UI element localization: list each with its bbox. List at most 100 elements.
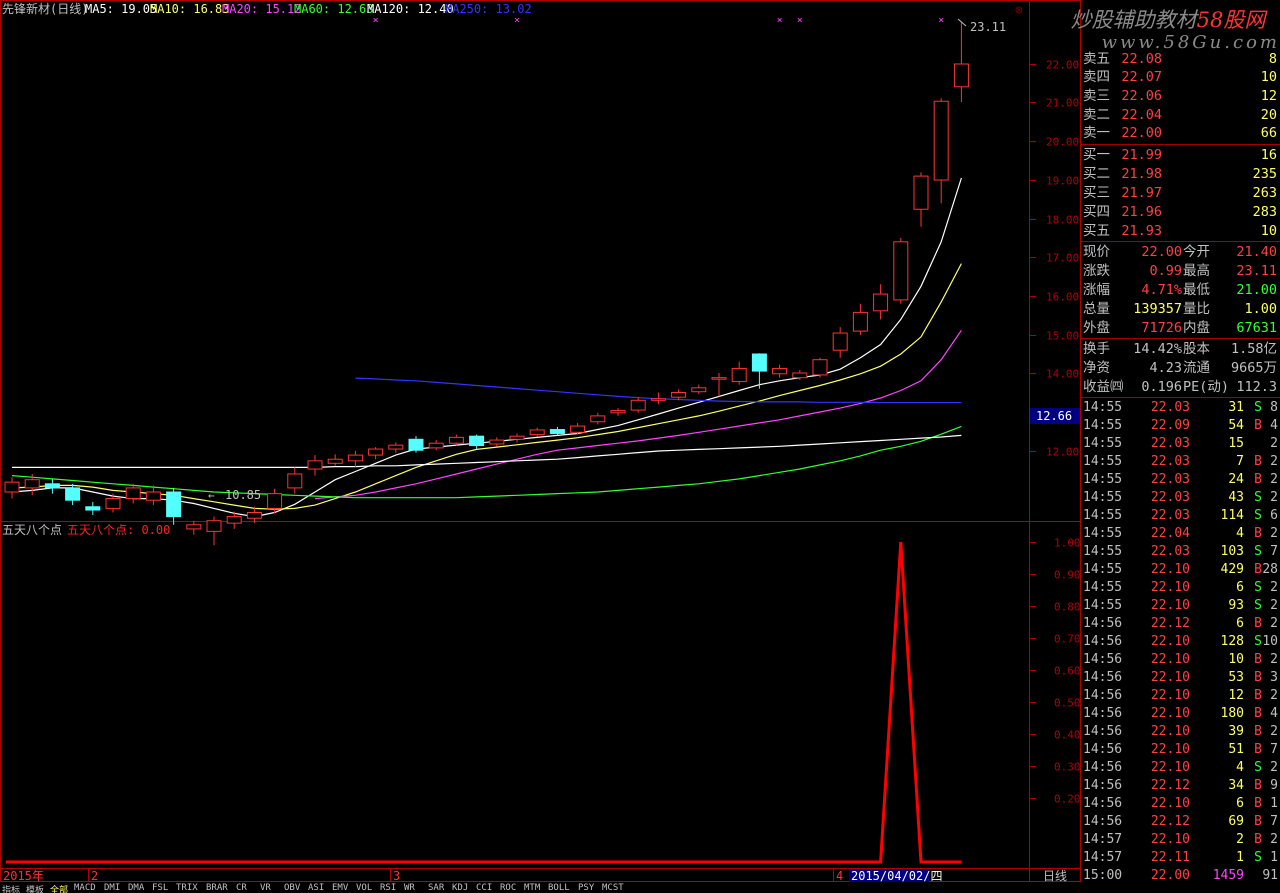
- tick-volume: 4: [1236, 526, 1244, 541]
- candle-body: [913, 175, 929, 210]
- ask-price: 22.00: [1121, 125, 1162, 141]
- indicator-tab[interactable]: VOL: [356, 883, 372, 893]
- price-tick-label: 12.00: [1046, 446, 1079, 459]
- tick-volume: 34: [1228, 778, 1244, 793]
- time-label-mar: 3: [393, 869, 400, 883]
- indicator-tab[interactable]: FSL: [152, 883, 168, 893]
- quote-value: 21.40: [1236, 244, 1277, 260]
- indicator-tab[interactable]: PSY: [578, 883, 594, 893]
- tick-count: 6: [1270, 508, 1278, 523]
- chart-area[interactable]: 先锋新材(日线) MA5: 19.05MA10: 16.83MA20: 15.1…: [0, 0, 1081, 893]
- quote-label: 涨跌: [1083, 263, 1110, 279]
- ask-volume: 8: [1268, 51, 1277, 67]
- candle: [388, 442, 404, 453]
- indicator-tab[interactable]: OBV: [284, 883, 300, 893]
- indicator-tab[interactable]: DMA: [128, 883, 144, 893]
- tick-side: S: [1254, 760, 1262, 775]
- panel-row: 14:55 22.03 24 B 2: [1083, 471, 1280, 489]
- candle-body: [206, 520, 222, 532]
- tick-side: S: [1254, 850, 1262, 865]
- tick-side: B: [1254, 616, 1262, 631]
- panel-row: 14:56 22.10 12 B 2: [1083, 687, 1280, 705]
- indicator-tab[interactable]: 指标: [2, 883, 20, 893]
- tick-side: B: [1254, 526, 1262, 541]
- tick-count: 8: [1270, 400, 1278, 415]
- price-tick-label: 18.00: [1046, 214, 1079, 227]
- tick-side: S: [1254, 598, 1262, 613]
- tick-price: 22.10: [1150, 706, 1190, 721]
- tick-count: 1: [1270, 796, 1278, 811]
- bid-price: 21.98: [1121, 166, 1162, 182]
- indicator-tab[interactable]: RSI: [380, 883, 396, 893]
- tick-count: 2: [1270, 472, 1278, 487]
- indicator-tab[interactable]: DMI: [104, 883, 120, 893]
- tick-count: 2: [1270, 436, 1278, 451]
- panel-separator: [1081, 241, 1280, 242]
- candle-body: [125, 487, 141, 500]
- indicator-name: 五天八个点: [2, 523, 62, 537]
- indicator-tab[interactable]: BOLL: [548, 883, 570, 893]
- candle-body: [469, 435, 485, 447]
- panel-row: 卖四 22.07 10: [1083, 68, 1280, 86]
- tick-count: 9: [1270, 778, 1278, 793]
- panel-row: 14:56 22.10 10 B 2: [1083, 651, 1280, 669]
- fundamental-label: 流通: [1183, 360, 1210, 376]
- candle: [267, 488, 283, 514]
- tick-time: 14:55: [1083, 598, 1123, 613]
- indicator-tab[interactable]: MCST: [602, 883, 624, 893]
- tick-price: 22.10: [1150, 796, 1190, 811]
- bid-label: 买四: [1083, 204, 1110, 220]
- tick-volume: 4: [1236, 760, 1244, 775]
- indicator-tab[interactable]: 全部: [50, 883, 68, 893]
- tick-price: 22.03: [1150, 508, 1190, 523]
- indicator-tab[interactable]: TRIX: [176, 883, 198, 893]
- tick-count: 4: [1270, 418, 1278, 433]
- indicator-tick-label: 0.60: [1054, 665, 1081, 678]
- indicator-tab[interactable]: KDJ: [452, 883, 468, 893]
- candle-body: [408, 438, 424, 451]
- panel-row: 14:57 22.11 1 S 1: [1083, 849, 1280, 867]
- panel-row: 14:55 22.04 4 B 2: [1083, 525, 1280, 543]
- stock-chart-window: 先锋新材(日线) MA5: 19.05 MA10: 16.83 MA20: 15.1…: [0, 0, 1280, 893]
- panel-row: 买二 21.98 235: [1083, 165, 1280, 183]
- tick-volume: 6: [1236, 616, 1244, 631]
- tick-count: 2: [1270, 832, 1278, 847]
- indicator-tab[interactable]: ASI: [308, 883, 324, 893]
- indicator-value: 五天八个点: 0.00: [67, 523, 170, 537]
- indicator-tab[interactable]: 模板: [26, 883, 44, 893]
- bid-volume: 10: [1260, 223, 1277, 239]
- price-tick-label: 22.00: [1046, 59, 1079, 72]
- tick-price: 22.10: [1150, 580, 1190, 595]
- indicator-tab[interactable]: ROC: [500, 883, 516, 893]
- fundamental-value: 112.3: [1236, 379, 1277, 395]
- indicator-tab[interactable]: MACD: [74, 883, 96, 893]
- candle: [65, 483, 81, 506]
- panel-row: 14:56 22.12 6 B 2: [1083, 615, 1280, 633]
- tick-price: 22.10: [1150, 562, 1190, 577]
- quote-label: 量比: [1183, 301, 1210, 317]
- indicator-tab[interactable]: CR: [236, 883, 247, 893]
- quote-value: 22.00: [1141, 244, 1182, 260]
- window-outline: [0, 0, 1081, 882]
- candle: [913, 172, 929, 227]
- indicator-tab[interactable]: VR: [260, 883, 271, 893]
- price-grid: [1030, 64, 1036, 452]
- ask-price: 22.04: [1121, 107, 1162, 123]
- indicator-tab[interactable]: EMV: [332, 883, 348, 893]
- tick-volume: 6: [1236, 796, 1244, 811]
- candle: [347, 451, 363, 468]
- indicator-tab[interactable]: WR: [404, 883, 415, 893]
- time-label-year: 2015年: [3, 869, 44, 883]
- low-annotation: 10.85: [225, 488, 261, 502]
- tick-time: 14:55: [1083, 508, 1123, 523]
- indicator-tab[interactable]: MTM: [524, 883, 540, 893]
- candle-body: [307, 460, 323, 470]
- close-icon[interactable]: ⊗: [1015, 3, 1023, 18]
- indicator-tab[interactable]: CCI: [476, 883, 492, 893]
- quote-label: 最高: [1183, 263, 1210, 279]
- fundamental-label: 换手: [1083, 341, 1110, 357]
- tick-count: 4: [1270, 706, 1278, 721]
- indicator-tab[interactable]: SAR: [428, 883, 444, 893]
- tick-volume: 180: [1220, 706, 1244, 721]
- indicator-tab[interactable]: BRAR: [206, 883, 228, 893]
